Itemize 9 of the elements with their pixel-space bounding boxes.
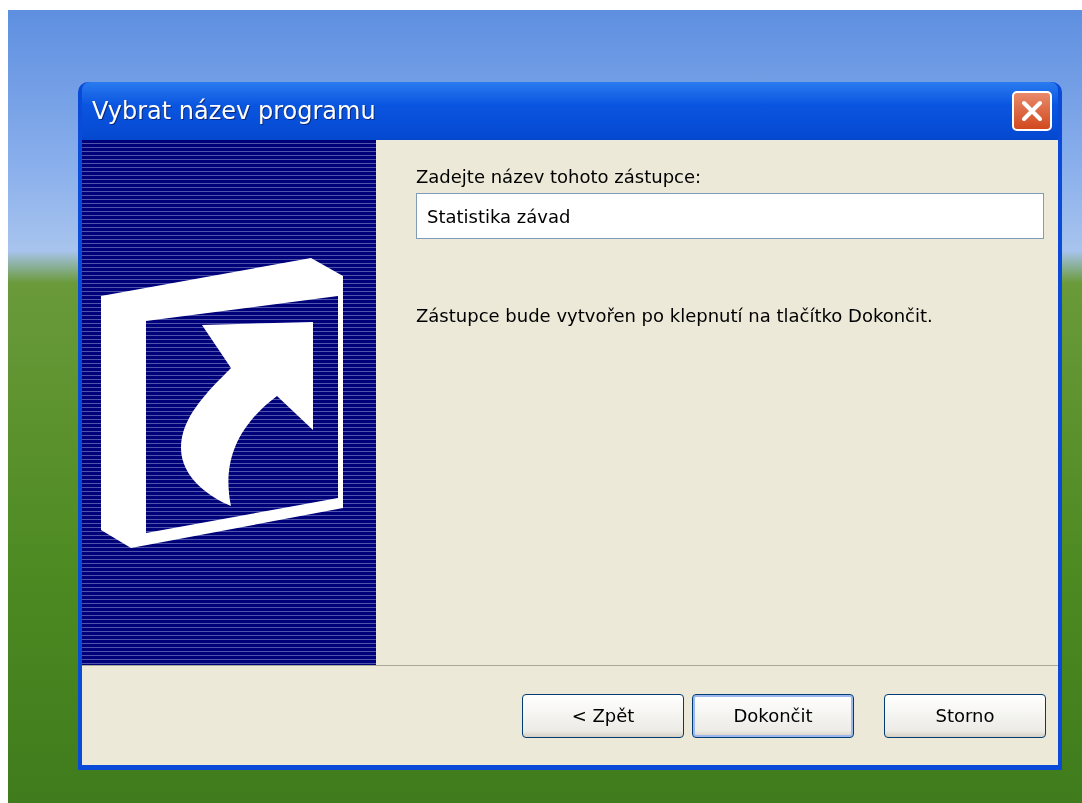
dialog-button[interactable]: < Zpět bbox=[522, 693, 684, 738]
shortcut-name-label: Zadejte název tohoto zástupce: bbox=[416, 166, 703, 187]
close-button[interactable] bbox=[1012, 91, 1052, 131]
shortcut-name-field[interactable]: Statistika závad bbox=[416, 193, 1044, 239]
info-text: Zástupce bude vytvořen po klepnutí na tlačítko Dokončit. bbox=[416, 305, 934, 326]
close-icon bbox=[1021, 100, 1043, 122]
window-title: Vybrat název programu bbox=[92, 97, 376, 125]
dialog-button[interactable]: Dokončit bbox=[692, 693, 854, 738]
dialog-button[interactable]: Storno bbox=[884, 693, 1046, 738]
